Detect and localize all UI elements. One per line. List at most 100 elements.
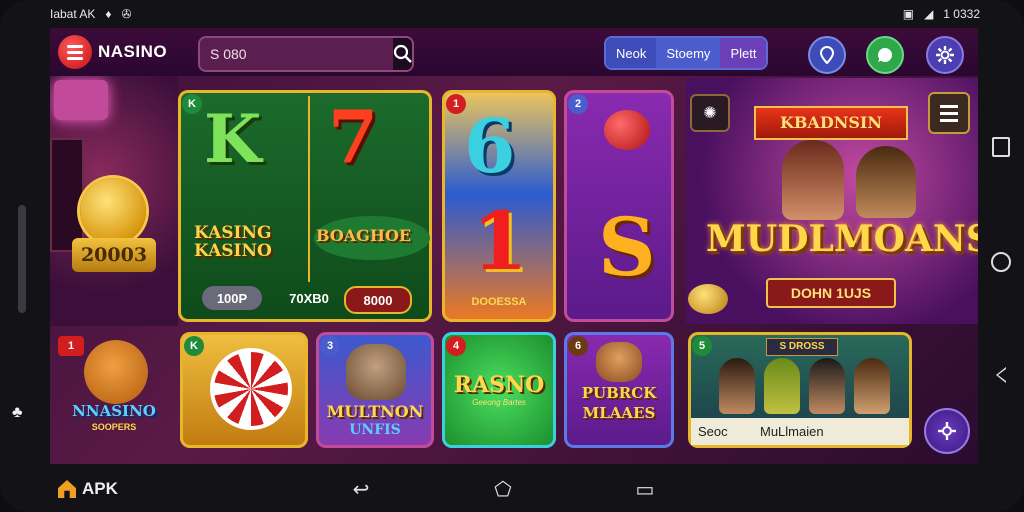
reel1-symbol: K (204, 100, 262, 178)
promo-title: MUDLMOANS (706, 218, 978, 260)
apk-link[interactable]: APK (58, 479, 118, 499)
coin-widget[interactable]: 20003 (72, 178, 156, 278)
recents-window-icon[interactable]: ▭ (634, 479, 656, 501)
cougar-figure (596, 342, 642, 382)
gear-icon (936, 46, 954, 64)
status-left-text: Iabat AK (50, 7, 96, 21)
search-input[interactable] (200, 38, 393, 70)
back-icon[interactable] (996, 366, 1006, 383)
tile-badge: 4 (446, 336, 466, 356)
brand-name: NASINO (98, 42, 168, 61)
promo-banner[interactable]: ✺ KBADNSIN MUDLMOANS DOHN 1UJS (686, 78, 978, 324)
wolf-tile[interactable]: 3 MULTNON UNFIS (316, 332, 434, 448)
featured-slot-tile[interactable]: K K 7 KASING KASINO BOAGHOE 100P 70XB0 8… (178, 90, 432, 322)
side-volume-button[interactable] (18, 205, 26, 313)
battery-icon: ▣ (902, 7, 915, 21)
hostess-figure (782, 140, 844, 220)
search-bar (198, 36, 414, 72)
tile-sublabel: SOOPERS (91, 422, 137, 432)
search-icon (393, 44, 412, 63)
tile-badge: 3 (320, 336, 340, 356)
tile-label: PUBRCK (581, 384, 657, 402)
home-icon[interactable] (991, 251, 1011, 272)
coin-pile-icon (688, 284, 728, 314)
sun-icon[interactable]: ✺ (690, 94, 730, 132)
segment-tabs: Neok Stoemy Plett (604, 36, 769, 70)
home-apk-icon (58, 480, 76, 498)
bet-pill[interactable]: 100P (202, 286, 262, 310)
win-pill[interactable]: 8000 (344, 286, 412, 314)
signal-icon: ♦ (105, 7, 112, 21)
tile-badge: 6 (568, 336, 588, 356)
brand-logo[interactable]: NASINO (58, 35, 167, 69)
system-nav-right (978, 90, 1024, 430)
home-pentagon-icon[interactable]: ⬠ (492, 479, 514, 501)
reel1-text: KASING KASINO (194, 223, 272, 261)
cougar-tile[interactable]: 6 PUBRCK MLAAES (564, 332, 674, 448)
settings-button[interactable] (926, 36, 964, 74)
phone-frame: Iabat AK ♦ ✇ ▣ ◢ 1 0332 ♣ NASINO S 080 N… (0, 0, 1024, 512)
top-bar: NASINO Neok Stoemy Plett (50, 28, 978, 76)
roulette-wheel-icon (210, 348, 292, 430)
candy-icon (604, 110, 650, 150)
tile-badge: K (184, 336, 204, 356)
crew-tile[interactable]: 5 S DROSS Seoc MuLlmaien (688, 332, 912, 448)
slot-tile-six[interactable]: 1 6 1 DOOESSA (442, 90, 556, 322)
apk-label: APK (82, 479, 118, 498)
leaf-icon: ♣ (12, 404, 23, 421)
reel2-text: BOAGHOE (316, 226, 412, 245)
cowgirl-figure (856, 146, 916, 218)
lion-tile[interactable]: 1 NNASINO SOOPERS (54, 332, 172, 440)
reel2-symbol: 7 (328, 94, 379, 179)
s-symbol: S (598, 200, 656, 294)
tile-label: RASNO (453, 372, 545, 398)
tile-badge: 1 (58, 336, 84, 356)
chat-button[interactable] (866, 36, 904, 74)
crew-footer-right: MuLlmaien (760, 424, 824, 439)
tile-badge: 1 (446, 94, 466, 114)
crew-figures (714, 358, 894, 414)
wifi-icon: ◢ (924, 7, 934, 21)
menu-logo-icon (58, 35, 92, 69)
tab-plett[interactable]: Plett (720, 38, 767, 68)
slot-tile-s[interactable]: 2 S (564, 90, 674, 322)
coin-icon (80, 178, 146, 244)
app-screen: NASINO Neok Stoemy Plett (50, 28, 978, 464)
back-arrow-icon[interactable]: ↩ (350, 479, 372, 501)
neon-sign (54, 80, 108, 120)
six-symbol: 6 (464, 104, 516, 190)
location-button[interactable] (808, 36, 846, 74)
tile-badge: 2 (568, 94, 588, 114)
promo-subtitle: DOHN 1UJS (766, 278, 896, 308)
recents-icon[interactable] (992, 137, 1010, 158)
tile-label: MULTNON (326, 402, 424, 421)
coin-value: 20003 (72, 238, 156, 272)
crew-ribbon: S DROSS (766, 338, 838, 356)
lines-pill: 70XB0 (289, 290, 329, 306)
promo-ribbon: KBADNSIN (754, 106, 908, 140)
tile-sublabel: MLAAES (582, 404, 656, 422)
tile-footer: DOOESSA (471, 296, 527, 308)
lion-figure (84, 340, 148, 404)
hamburger-menu-icon[interactable] (928, 92, 970, 134)
bottom-nav: APK ↩ ⬠ ▭ (50, 466, 980, 512)
tab-neok[interactable]: Neok (606, 38, 657, 68)
one-symbol: 1 (472, 194, 528, 288)
status-bar: Iabat AK ♦ ✇ ▣ ◢ 1 0332 (50, 0, 980, 28)
search-button[interactable] (393, 38, 412, 70)
tile-sublabel: Geeong Bartes (472, 398, 526, 407)
tab-stoemy[interactable]: Stoemy (656, 38, 721, 68)
rasno-tile[interactable]: 4 RASNO Geeong Bartes (442, 332, 556, 448)
crew-footer-left: Seoc (698, 424, 728, 439)
tile-label: NNASINO (72, 402, 156, 420)
tile-badge: 5 (692, 336, 712, 356)
status-time: 1 0332 (943, 7, 980, 21)
chat-bubble-icon (878, 47, 893, 62)
tile-badge: K (182, 94, 202, 114)
wolf-figure (346, 344, 406, 400)
roulette-tile[interactable]: K (180, 332, 308, 448)
system-nav-keys: ↩ ⬠ ▭ (350, 479, 656, 501)
floating-action-button[interactable] (924, 408, 970, 454)
settings-status-icon: ✇ (121, 7, 132, 21)
location-pin-icon (819, 46, 835, 64)
